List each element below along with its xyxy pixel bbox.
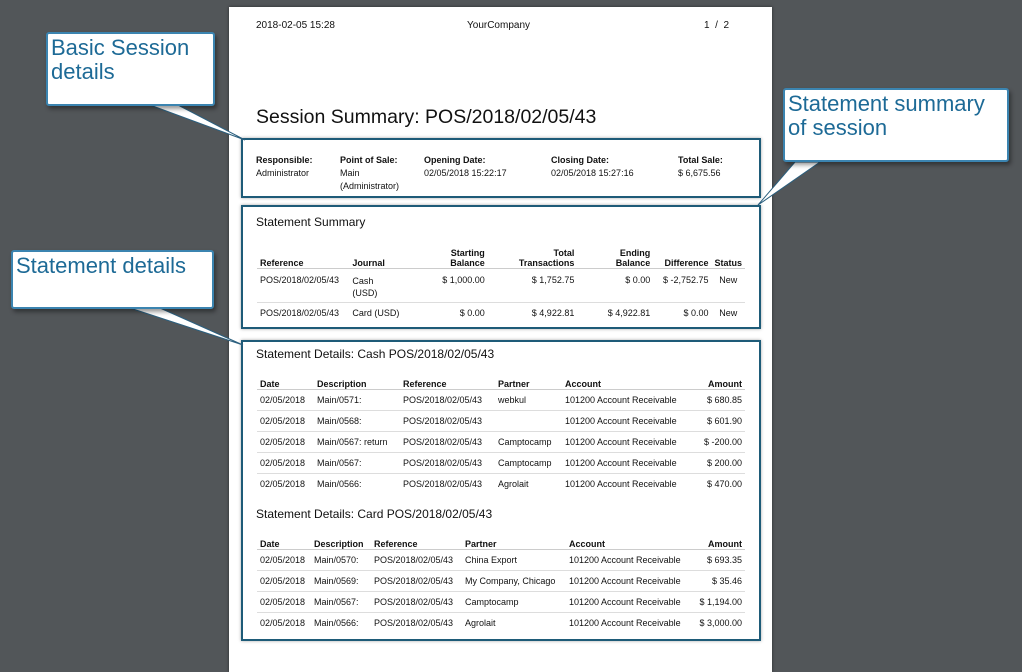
basic-callout-pointer xyxy=(149,104,246,141)
callout-basic-session: Basic Session details xyxy=(46,32,215,106)
callout-statement-details: Statement details xyxy=(11,250,214,309)
summary-callout-pointer xyxy=(757,161,822,206)
details-callout-pointer xyxy=(129,307,244,346)
callout-statement-summary: Statement summary of session xyxy=(783,88,1009,162)
